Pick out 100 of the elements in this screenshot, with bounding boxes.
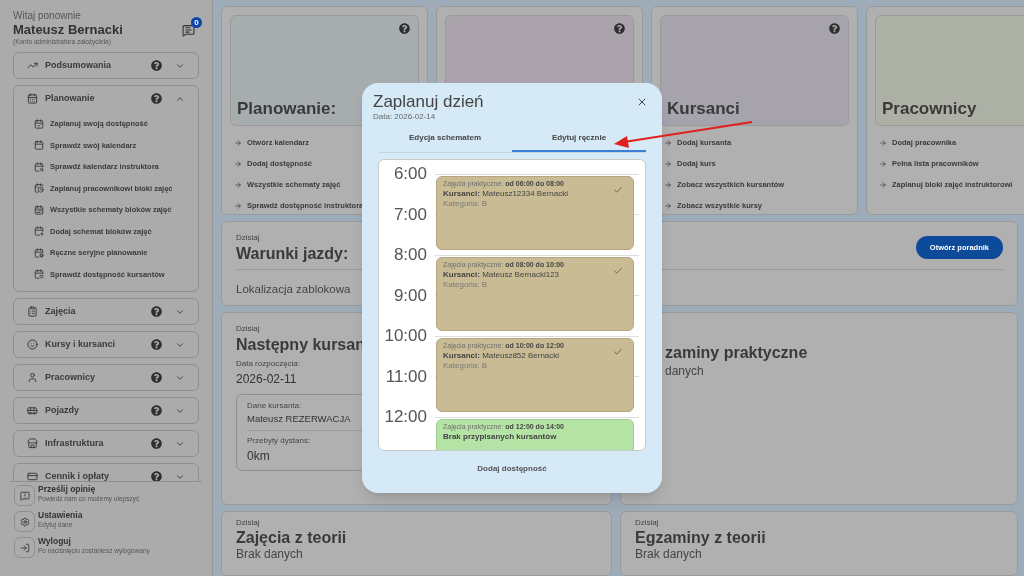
user-name: Mateusz Bernacki bbox=[13, 22, 123, 38]
caption-text: Dzisiaj bbox=[635, 518, 660, 528]
event-students: Kursanci: Mateusz12334 Bernacki bbox=[443, 189, 569, 199]
arrow-icon bbox=[664, 138, 672, 147]
distance-value: 0km bbox=[247, 448, 270, 466]
section-label: Cennik i opłaty bbox=[45, 469, 110, 481]
help-icon[interactable] bbox=[151, 93, 162, 104]
logout-icon bbox=[19, 542, 30, 553]
section-header[interactable]: Cennik i opłaty bbox=[14, 464, 198, 481]
status-message: danych bbox=[665, 363, 705, 380]
event-note: Brak przypisanych kursantów bbox=[443, 432, 558, 442]
student-name: Mateusz REZERWACJA bbox=[247, 412, 351, 426]
section-header[interactable]: Zajęcia bbox=[14, 299, 198, 324]
footer-item-title: Ustawienia bbox=[38, 510, 83, 521]
card-title: zaminy praktyczne bbox=[665, 343, 809, 362]
caption-text: Dzisiaj bbox=[236, 518, 261, 528]
chat-icon bbox=[182, 24, 195, 37]
calendar-icon bbox=[34, 269, 44, 280]
calendar-icon bbox=[34, 204, 44, 215]
hour-label: 8:00 bbox=[392, 244, 428, 266]
help-icon[interactable] bbox=[151, 60, 162, 71]
credit-card-icon bbox=[27, 471, 38, 481]
event-students: Kursanci: Mateusz Bernacki123 bbox=[443, 270, 561, 280]
status-message: Brak danych bbox=[236, 547, 304, 562]
calendar-icon bbox=[34, 226, 44, 237]
help-icon[interactable] bbox=[614, 23, 625, 34]
dialog-title: Zaplanuj dzień bbox=[373, 92, 484, 112]
caption-text: Dzisiaj bbox=[236, 232, 261, 244]
dialog-date: Data: 2026-02-14 bbox=[373, 112, 437, 122]
messages-button[interactable] bbox=[182, 24, 195, 37]
calendar-icon bbox=[34, 161, 44, 172]
trend-icon bbox=[27, 60, 38, 71]
card-title: Egzaminy z teorii bbox=[635, 528, 767, 547]
card-title: Kursanci bbox=[667, 99, 740, 119]
section-header[interactable]: Planowanie bbox=[14, 86, 198, 111]
section-header[interactable]: Pojazdy bbox=[14, 398, 198, 423]
event-students: Kursanci: Mateusz852 Bernacki bbox=[443, 351, 561, 361]
event-category: Kategoria: B bbox=[443, 280, 489, 290]
help-icon[interactable] bbox=[151, 372, 162, 383]
calendar-icon bbox=[34, 118, 44, 129]
section-header[interactable]: Kursy i kursanci bbox=[14, 332, 198, 357]
calendar-icon bbox=[27, 93, 38, 104]
add-availability-button[interactable]: Dodaj dostępność bbox=[469, 459, 555, 479]
card-title: Pracownicy bbox=[882, 99, 977, 119]
close-icon bbox=[636, 96, 648, 108]
section-label: Zajęcia bbox=[45, 304, 77, 318]
hour-label: 12:00 bbox=[383, 406, 428, 428]
section-label: Podsumowania bbox=[45, 58, 112, 72]
arrow-icon bbox=[879, 159, 887, 168]
section-label: Pojazdy bbox=[45, 403, 80, 417]
messages-badge: 0 bbox=[191, 17, 202, 28]
hour-label: 6:00 bbox=[392, 163, 428, 185]
arrow-icon bbox=[664, 180, 672, 189]
footer-item-title: Wyloguj bbox=[38, 536, 72, 547]
distance-label: Przebyty dystans: bbox=[247, 435, 311, 448]
start-date-value: 2026-02-11 bbox=[236, 371, 297, 388]
help-icon[interactable] bbox=[399, 23, 410, 34]
arrow-icon bbox=[879, 180, 887, 189]
section-label: Pracownicy bbox=[45, 370, 97, 384]
hour-label: 11:00 bbox=[384, 365, 428, 388]
start-date-label: Data rozpoczęcia: bbox=[236, 358, 301, 370]
help-icon[interactable] bbox=[151, 306, 162, 317]
event-category: Kategoria: B bbox=[443, 199, 489, 209]
section-header[interactable]: Infrastruktura bbox=[14, 431, 198, 456]
help-icon[interactable] bbox=[151, 339, 162, 350]
arrow-icon bbox=[234, 180, 242, 189]
section-label: Infrastruktura bbox=[45, 436, 105, 450]
store-icon bbox=[27, 438, 38, 449]
hour-label: 7:00 bbox=[392, 203, 428, 226]
student-label: Dane kursanta: bbox=[247, 400, 302, 412]
section-label: Planowanie bbox=[45, 91, 96, 105]
help-icon[interactable] bbox=[151, 405, 162, 416]
section-header[interactable]: Pracownicy bbox=[14, 365, 198, 390]
event-category: Kategoria: B bbox=[443, 361, 489, 371]
help-icon[interactable] bbox=[151, 471, 162, 481]
calendar-icon bbox=[34, 247, 44, 258]
footer-item-title: Prześlij opinię bbox=[38, 484, 97, 495]
card-title: Zajęcia z teorii bbox=[236, 528, 348, 547]
arrow-icon bbox=[664, 159, 672, 168]
hour-label: 10:00 bbox=[383, 325, 428, 347]
clipboard-icon bbox=[27, 306, 38, 317]
arrow-icon bbox=[664, 201, 672, 210]
calendar-icon bbox=[34, 140, 44, 151]
help-icon[interactable] bbox=[151, 438, 162, 449]
status-message: Brak danych bbox=[635, 547, 703, 562]
help-icon[interactable] bbox=[829, 23, 840, 34]
card-title: Warunki jazdy: bbox=[236, 244, 349, 263]
smiley-icon bbox=[27, 339, 38, 350]
bus-icon bbox=[27, 405, 38, 416]
dialog-tab[interactable]: Edycja schematem bbox=[378, 126, 512, 152]
person-icon bbox=[27, 372, 38, 383]
arrow-icon bbox=[234, 201, 242, 210]
feedback-icon bbox=[19, 490, 30, 501]
close-button[interactable] bbox=[636, 96, 648, 108]
section-header[interactable]: Podsumowania bbox=[14, 53, 198, 78]
arrow-icon bbox=[879, 138, 887, 147]
calendar-icon bbox=[34, 183, 44, 194]
caption-text: Dzisiaj bbox=[236, 323, 260, 335]
arrow-icon bbox=[234, 138, 242, 147]
arrow-icon bbox=[234, 159, 242, 168]
